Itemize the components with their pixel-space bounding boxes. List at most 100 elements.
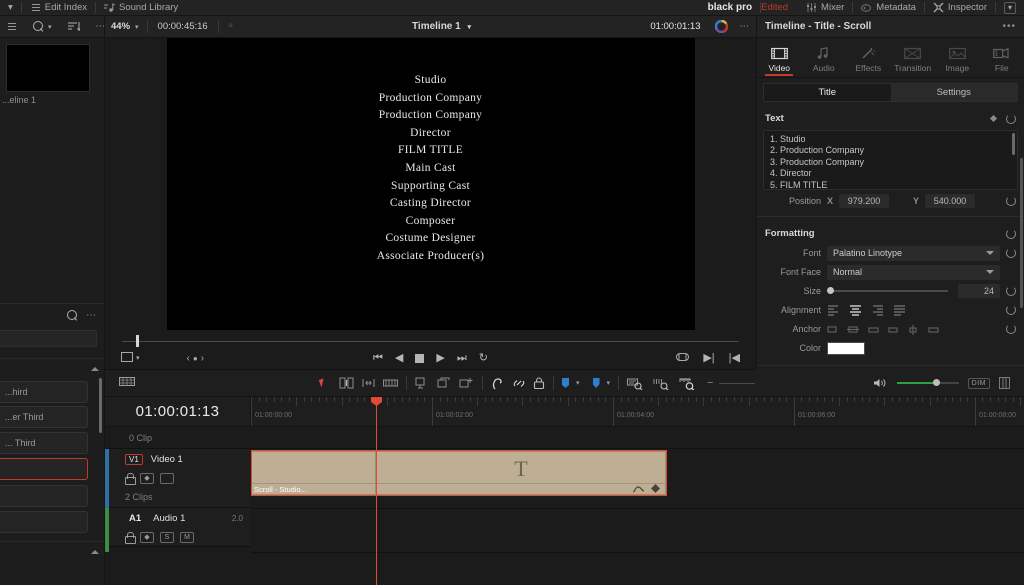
track-name-a1[interactable]: Audio 1 [153,513,185,524]
scrub-playhead[interactable] [136,335,139,347]
chevron-down-icon[interactable]: ▾ [607,379,611,387]
play-button[interactable]: ▶ [436,352,444,364]
timeline-zoom-slider[interactable] [719,382,756,384]
timeline-playhead[interactable] [376,403,377,585]
text-content-input[interactable]: 1. Studio 2. Production Company 3. Produ… [763,130,1018,190]
anchor-bottom-right-icon[interactable] [927,324,940,335]
segment-settings[interactable]: Settings [890,84,1017,101]
effect-item-1[interactable]: ...er Third [0,406,88,428]
text-scrollbar[interactable] [1012,133,1015,155]
inspector-more-button[interactable]: ••• [1002,21,1024,32]
audio-volume-knob[interactable] [932,379,940,386]
chevron-down-icon[interactable]: ▾ [576,379,580,387]
effect-item-0[interactable]: ...hird [0,381,88,403]
zoom-fit-icon[interactable] [627,377,643,390]
flag-icon[interactable] [437,377,452,389]
marker-add-icon[interactable] [459,377,474,389]
dynamic-trim-mode-icon[interactable] [361,377,376,389]
font-face-dropdown[interactable]: Normal [827,264,1000,280]
anchor-top-left-icon[interactable] [827,324,840,335]
effect-item-5[interactable] [0,511,88,533]
speaker-icon[interactable] [873,377,888,389]
mark-out-button[interactable]: ▶| [703,352,714,364]
selection-tool-icon[interactable] [318,378,327,388]
size-slider[interactable] [827,287,948,294]
tab-transition[interactable]: Transition [891,38,936,76]
audio-volume-slider[interactable] [896,379,959,386]
size-slider-knob[interactable] [827,287,834,294]
reset-icon[interactable] [1006,228,1016,239]
align-center-icon[interactable] [849,304,862,316]
anchor-right-icon[interactable] [887,324,900,335]
zoom-out-button[interactable]: − [707,377,713,389]
inspector-scrollbar[interactable] [1020,158,1023,308]
lock-icon[interactable] [533,376,545,390]
lock-icon[interactable] [125,472,136,485]
keyframe-prev-button[interactable]: ‹ [187,353,190,364]
layout-preset-button[interactable]: ▾ [996,0,1024,16]
tab-audio[interactable]: Audio [802,38,847,76]
effect-item-2[interactable]: ... Third [0,432,88,454]
viewer-more-button[interactable]: ⋯ [734,16,757,38]
effect-item-3-selected[interactable] [0,458,88,480]
loop-button[interactable]: ↻ [479,352,488,364]
anchor-middle-icon[interactable] [907,324,920,335]
tab-image[interactable]: Image [935,38,980,76]
track-id-v1[interactable]: V1 [125,453,143,465]
link-icon[interactable] [512,377,526,390]
viewer-frame-icon[interactable] [121,351,133,365]
video-track-lane[interactable]: Scroll - Studio... T [251,449,1024,509]
reset-icon[interactable] [1006,113,1016,124]
menu-item-inspector[interactable]: Inspector [925,0,995,16]
timeline-view-options-button[interactable] [105,376,135,390]
viewer-timecode[interactable]: 01:00:01:13 [642,21,708,32]
audio-track-lane[interactable] [251,509,1024,553]
jump-to-start-button[interactable]: ⏮ [373,352,383,364]
auto-select-icon[interactable]: ◆ [140,531,154,543]
font-reset-icon[interactable] [1006,248,1016,258]
tab-effects[interactable]: Effects [846,38,891,76]
alignment-reset-icon[interactable] [1006,305,1016,315]
list-view-button[interactable] [0,16,23,38]
align-right-icon[interactable] [871,304,884,316]
timeline-clip-scroll[interactable]: Scroll - Studio... [251,451,376,495]
snapshot-icon[interactable] [676,352,690,365]
keyframe-next-button[interactable]: › [201,353,204,364]
zoom-full-extent-icon[interactable] [679,377,695,390]
color-wheel-icon[interactable] [709,16,734,38]
effects-more-button[interactable]: ⋯ [86,310,97,321]
size-value-field[interactable]: 24 [958,284,1000,298]
align-left-icon[interactable] [827,304,840,316]
track-name-v1[interactable]: Video 1 [151,454,183,465]
flag-marker-icon[interactable] [562,378,569,388]
tab-file[interactable]: File [980,38,1024,76]
clip-keyframe-icon[interactable] [651,484,660,493]
marker-color-icon[interactable] [592,378,600,388]
align-justify-icon[interactable] [893,304,906,316]
search-icon[interactable] [67,310,78,321]
effect-item-4[interactable] [0,485,88,507]
position-x-field[interactable]: 979.200 [839,194,890,208]
viewer-duration[interactable]: 00:00:45:16 [150,21,216,32]
track-header-v1[interactable]: V1 Video 1 ◆ 2 Clips [105,449,251,509]
position-reset-icon[interactable] [1006,196,1016,206]
tab-video[interactable]: Video [757,38,802,76]
effects-scrollbar[interactable] [99,378,102,433]
reverse-play-button[interactable]: ◀ [395,352,403,364]
size-reset-icon[interactable] [1006,286,1016,296]
timeline-track-area[interactable]: Scroll - Studio... T [251,427,1024,553]
mark-in-button[interactable]: |◀ [729,352,740,364]
trim-edit-mode-icon[interactable] [339,377,354,389]
timeline-thumbnail[interactable] [6,44,90,92]
track-id-a1[interactable]: A1 [125,512,145,525]
chevron-down-icon[interactable]: ▾ [136,354,140,362]
keyframe-icon[interactable] [989,114,998,123]
anchor-bottom-icon[interactable] [867,324,880,335]
video-enable-icon[interactable] [160,472,174,484]
segment-title[interactable]: Title [764,84,891,101]
position-y-field[interactable]: 540.000 [925,194,976,208]
effects-category-header-2[interactable] [0,541,104,561]
viewer-mode-dot[interactable]: ⚬ [221,16,241,38]
zoom-detail-icon[interactable] [653,377,669,390]
menu-item-mixer[interactable]: Mixer [798,0,852,16]
